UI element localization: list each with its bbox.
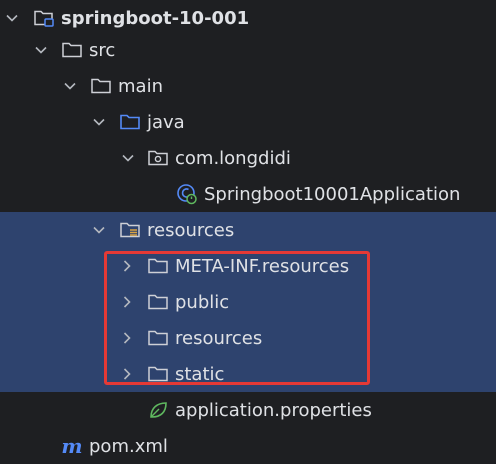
tree-row-resources[interactable]: resources — [0, 212, 496, 248]
tree-label-project: springboot-10-001 — [61, 7, 250, 29]
chevron-right-icon[interactable] — [119, 284, 135, 320]
tree-label-public: public — [175, 291, 230, 313]
resources-root-folder-icon — [119, 212, 141, 248]
tree-label-resources-sub: resources — [175, 327, 263, 349]
tree-row-main[interactable]: main — [0, 68, 496, 104]
folder-icon — [147, 284, 169, 320]
chevron-down-icon[interactable] — [91, 104, 107, 140]
tree-label-app-class: Springboot10001Application — [204, 183, 461, 205]
chevron-down-icon[interactable] — [33, 32, 49, 68]
folder-icon — [90, 68, 112, 104]
folder-icon — [61, 32, 83, 68]
chevron-right-icon[interactable] — [119, 320, 135, 356]
tree-row-pom[interactable]: m pom.xml — [0, 428, 496, 464]
tree-label-meta-inf: META-INF.resources — [175, 255, 350, 277]
tree-row-meta-inf[interactable]: META-INF.resources — [0, 248, 496, 284]
folder-icon — [147, 356, 169, 392]
tree-row-src[interactable]: src — [0, 32, 496, 68]
tree-row-public[interactable]: public — [0, 284, 496, 320]
tree-label-properties: application.properties — [175, 399, 372, 421]
tree-row-properties[interactable]: application.properties — [0, 392, 496, 428]
spring-properties-icon — [147, 392, 169, 428]
tree-row-package[interactable]: com.longdidi — [0, 140, 496, 176]
tree-label-static: static — [175, 363, 225, 385]
tree-row-app-class[interactable]: Springboot10001Application — [0, 176, 496, 212]
chevron-right-icon[interactable] — [119, 248, 135, 284]
tree-row-static[interactable]: static — [0, 356, 496, 392]
chevron-down-icon[interactable] — [4, 0, 20, 36]
module-folder-icon — [33, 0, 55, 36]
folder-icon — [147, 320, 169, 356]
folder-icon — [147, 248, 169, 284]
tree-label-main: main — [118, 75, 163, 97]
tree-label-resources: resources — [147, 219, 235, 241]
tree-label-src: src — [89, 39, 116, 61]
source-root-folder-icon — [119, 104, 141, 140]
tree-row-resources-sub[interactable]: resources — [0, 320, 496, 356]
spring-boot-class-icon — [176, 176, 198, 212]
chevron-down-icon[interactable] — [91, 212, 107, 248]
chevron-down-icon[interactable] — [62, 68, 78, 104]
tree-label-pom: pom.xml — [89, 435, 168, 457]
tree-label-java: java — [147, 111, 185, 133]
tree-row-project[interactable]: springboot-10-001 — [0, 0, 496, 36]
chevron-down-icon[interactable] — [120, 140, 136, 176]
maven-icon: m — [61, 434, 83, 458]
tree-row-java[interactable]: java — [0, 104, 496, 140]
chevron-right-icon[interactable] — [119, 356, 135, 392]
tree-label-package: com.longdidi — [175, 147, 291, 169]
package-icon — [147, 140, 169, 176]
